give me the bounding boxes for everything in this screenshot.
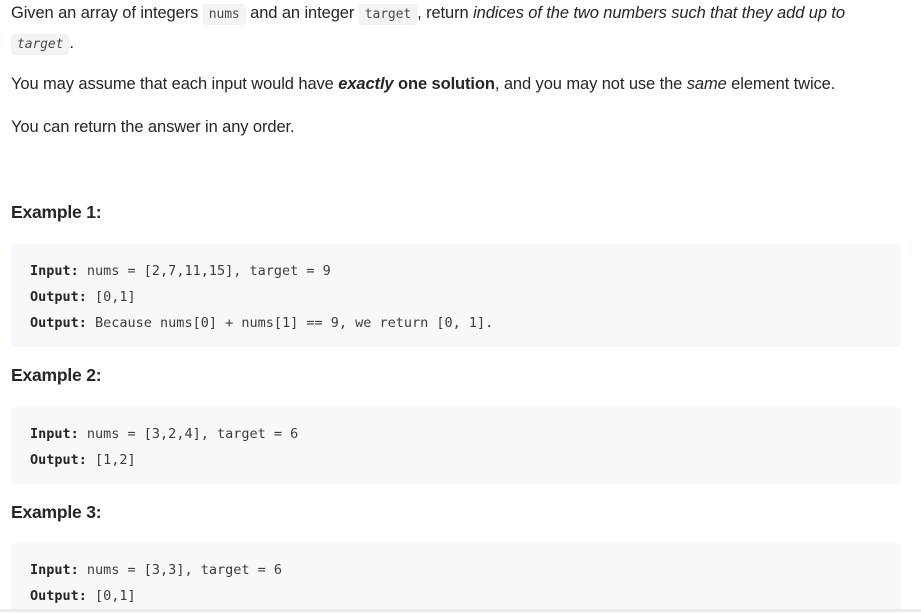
inline-code-nums: nums [202, 4, 246, 25]
strong-text: exactly one solution [338, 75, 495, 93]
inline-code-target: target [358, 4, 418, 25]
line-label: Input: [30, 263, 79, 279]
example-line: Input: nums = [2,7,11,15], target = 9 [30, 258, 901, 284]
emphasis-text: indices of the two numbers such that the… [473, 4, 845, 22]
line-value: [0,1] [86, 289, 136, 305]
text: and an integer [245, 4, 359, 22]
text: Given an array of integers [11, 4, 203, 22]
description-paragraph-3: You can return the answer in any order. [11, 118, 295, 136]
example-line: Output: [1,2] [30, 447, 901, 473]
inline-code-target: target [11, 34, 70, 55]
line-label: Output: [30, 289, 87, 305]
example-3-block: Input: nums = [3,3], target = 6 Output: … [11, 543, 901, 613]
text: You may assume that each input would hav… [11, 75, 339, 93]
example-2-title: Example 2: [11, 365, 102, 385]
line-label: Input: [30, 426, 79, 442]
strong-emphasis-text: exactly [338, 75, 394, 93]
text: , and you may not use the [494, 75, 687, 93]
line-value: nums = [2,7,11,15], target = 9 [78, 263, 331, 279]
example-line: Input: nums = [3,2,4], target = 6 [30, 421, 901, 447]
line-label: Output: [30, 588, 87, 604]
text: element twice. [726, 75, 836, 93]
emphasis-text: same [686, 75, 727, 93]
example-2-block: Input: nums = [3,2,4], target = 6 Output… [11, 407, 901, 484]
line-label: Output: [30, 452, 87, 468]
example-1-title: Example 1: [11, 202, 102, 222]
example-line: Output: Because nums[0] + nums[1] == 9, … [30, 310, 901, 336]
line-value: [0,1] [86, 588, 136, 604]
line-value: nums = [3,2,4], target = 6 [78, 426, 299, 442]
strong-text-rest: one solution [393, 75, 495, 93]
text: . [69, 34, 74, 52]
example-line: Output: [0,1] [30, 583, 901, 609]
example-1-block: Input: nums = [2,7,11,15], target = 9 Ou… [11, 244, 901, 347]
text: , return [417, 4, 474, 22]
line-label: Input: [30, 562, 79, 578]
example-line: Input: nums = [3,3], target = 6 [30, 557, 901, 583]
example-line: Output: [0,1] [30, 284, 901, 310]
line-value: Because nums[0] + nums[1] == 9, we retur… [86, 315, 494, 331]
line-value: [1,2] [86, 452, 136, 468]
line-value: nums = [3,3], target = 6 [78, 562, 282, 578]
line-label: Output: [30, 315, 87, 331]
description-paragraph-2: You may assume that each input would hav… [11, 70, 835, 98]
description-paragraph-1: Given an array of integers nums and an i… [11, 0, 906, 59]
example-3-title: Example 3: [11, 502, 102, 522]
